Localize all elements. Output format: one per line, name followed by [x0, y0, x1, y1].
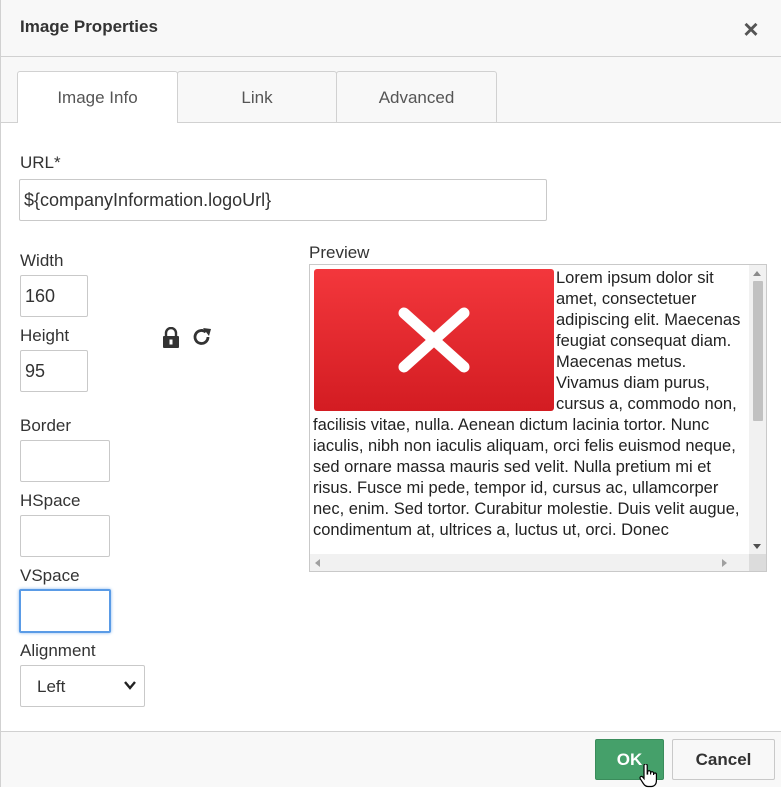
border-label: Border	[20, 416, 72, 435]
border-input[interactable]	[20, 440, 110, 482]
alignment-label: Alignment	[20, 641, 96, 660]
scroll-down-icon[interactable]	[753, 544, 761, 549]
hand-cursor-icon	[639, 764, 657, 788]
lock-icon[interactable]	[161, 327, 181, 349]
width-label: Width	[20, 251, 64, 270]
hspace-label: HSpace	[20, 491, 81, 510]
url-input[interactable]	[19, 179, 547, 221]
tab-advanced[interactable]: Advanced	[336, 71, 497, 122]
required-mark: *	[54, 153, 61, 172]
preview-horizontal-scrollbar[interactable]	[310, 554, 749, 571]
scroll-left-icon[interactable]	[315, 559, 320, 567]
dialog-title: Image Properties	[20, 17, 158, 36]
alignment-select[interactable]: Left	[20, 665, 145, 707]
dialog-titlebar: Image Properties ×	[1, 0, 781, 57]
close-icon[interactable]: ×	[738, 16, 764, 43]
preview-vertical-scrollbar[interactable]	[749, 265, 766, 554]
reset-size-icon[interactable]	[191, 326, 213, 348]
scroll-thumb[interactable]	[753, 281, 763, 421]
preview-content: Lorem ipsum dolor sit amet, consectetuer…	[313, 268, 749, 554]
scroll-right-icon[interactable]	[722, 559, 727, 567]
tab-link[interactable]: Link	[177, 71, 337, 122]
tab-image-info[interactable]: Image Info	[17, 71, 178, 123]
width-input[interactable]	[20, 275, 88, 317]
hspace-input[interactable]	[20, 515, 110, 557]
dialog-footer	[1, 731, 781, 787]
broken-image-x-icon	[398, 307, 470, 373]
chevron-down-icon	[124, 681, 136, 690]
url-label-text: URL	[20, 153, 55, 172]
url-label: URL*	[20, 153, 61, 173]
scrollbar-corner	[749, 554, 766, 571]
vspace-input[interactable]	[19, 589, 111, 633]
vspace-label: VSpace	[20, 566, 80, 585]
scroll-up-icon[interactable]	[753, 271, 761, 276]
image-properties-dialog: Image Properties × Image Info Link Advan…	[0, 0, 781, 788]
cancel-button[interactable]: Cancel	[672, 739, 775, 780]
preview-label: Preview	[309, 243, 370, 262]
tab-bar: Image Info Link Advanced	[1, 57, 781, 123]
preview-pane[interactable]: Lorem ipsum dolor sit amet, consectetuer…	[309, 264, 767, 572]
height-input[interactable]	[20, 350, 88, 392]
alignment-selected-value: Left	[37, 677, 66, 696]
height-label: Height	[20, 326, 70, 345]
preview-image	[314, 269, 554, 411]
